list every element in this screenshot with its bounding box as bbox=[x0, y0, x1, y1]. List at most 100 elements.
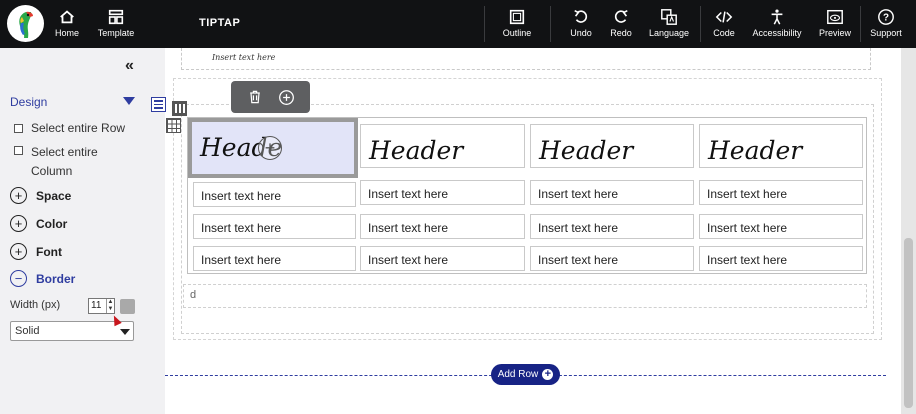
select-column-label-line1: Select entire bbox=[31, 145, 98, 159]
plus-circle-icon: + bbox=[10, 215, 27, 232]
column-handle-icon[interactable] bbox=[172, 101, 187, 116]
language-label: Language bbox=[648, 28, 690, 38]
add-block-button[interactable] bbox=[278, 89, 295, 106]
table-cell[interactable]: Insert text here bbox=[530, 214, 694, 239]
table-cell[interactable]: Insert text here bbox=[360, 214, 525, 239]
border-label: Border bbox=[36, 271, 76, 286]
outline-icon bbox=[509, 9, 525, 25]
select-row-checkbox[interactable]: Select entire Row bbox=[14, 121, 125, 135]
template-button[interactable]: Template bbox=[96, 0, 136, 48]
trash-icon bbox=[249, 90, 260, 104]
space-label: Space bbox=[36, 188, 72, 203]
previous-text[interactable]: Insert text here bbox=[212, 53, 275, 62]
help-icon: ? bbox=[878, 9, 894, 25]
checkbox-box[interactable] bbox=[14, 146, 23, 155]
table-cell[interactable]: Insert text here bbox=[699, 246, 863, 271]
design-section-title[interactable]: Design bbox=[10, 95, 47, 109]
redo-button[interactable]: Redo bbox=[607, 0, 635, 48]
svg-text:?: ? bbox=[883, 13, 889, 24]
block-action-toolbar bbox=[231, 81, 310, 113]
accessibility-icon bbox=[771, 9, 783, 25]
table-cell[interactable]: Insert text here bbox=[699, 214, 863, 239]
table-cell[interactable]: Insert text here bbox=[193, 246, 356, 271]
undo-label: Undo bbox=[570, 28, 592, 38]
preview-button[interactable]: Preview bbox=[817, 0, 853, 48]
select-row-label: Select entire Row bbox=[31, 121, 126, 135]
template-icon bbox=[108, 9, 124, 25]
home-button[interactable]: Home bbox=[54, 0, 80, 48]
language-button[interactable]: Language bbox=[647, 0, 691, 48]
divider bbox=[484, 6, 485, 42]
preview-label: Preview bbox=[818, 28, 851, 38]
delete-button[interactable] bbox=[247, 89, 263, 105]
table-header-cell[interactable]: Header bbox=[530, 124, 694, 168]
table-cell[interactable]: Insert text here bbox=[699, 180, 863, 205]
support-button[interactable]: ? Support bbox=[867, 0, 905, 48]
font-label: Font bbox=[36, 244, 62, 259]
select-column-label: Select entire Column bbox=[31, 143, 98, 181]
top-toolbar: Home Template TIPTAP Outline Undo Redo L… bbox=[0, 0, 916, 48]
scrollbar-thumb[interactable] bbox=[904, 238, 913, 408]
document-title: TIPTAP bbox=[199, 17, 241, 29]
table-cell[interactable]: Insert text here bbox=[530, 246, 694, 271]
code-label: Code bbox=[713, 28, 735, 38]
border-width-input[interactable]: 11 ▲ ▼ bbox=[88, 298, 115, 314]
plus-icon: + bbox=[542, 369, 554, 380]
table-grid-icon[interactable] bbox=[166, 118, 181, 133]
previous-text-block[interactable] bbox=[181, 48, 871, 70]
accessibility-button[interactable]: Accessibility bbox=[751, 0, 803, 48]
plus-circle-icon: + bbox=[10, 187, 27, 204]
border-width-label: Width (px) bbox=[10, 299, 61, 311]
collapse-sidebar-button[interactable]: « bbox=[125, 57, 134, 75]
undo-button[interactable]: Undo bbox=[566, 0, 596, 48]
parrot-logo[interactable] bbox=[7, 5, 44, 42]
redo-label: Redo bbox=[610, 28, 632, 38]
preview-icon bbox=[827, 9, 843, 25]
language-icon bbox=[661, 9, 677, 25]
vertical-scrollbar[interactable] bbox=[901, 48, 916, 414]
select-column-label-line2: Column bbox=[31, 164, 73, 178]
table-header-cell[interactable]: Header bbox=[360, 124, 525, 168]
color-label: Color bbox=[36, 216, 68, 231]
table-cell[interactable]: Insert text here bbox=[360, 180, 525, 205]
template-label: Template bbox=[97, 28, 135, 38]
divider bbox=[550, 6, 551, 42]
design-sidebar: « Design Select entire Row Select entire… bbox=[0, 48, 165, 414]
text-block[interactable]: d bbox=[183, 284, 867, 308]
accessibility-label: Accessibility bbox=[752, 28, 802, 38]
color-section-toggle[interactable]: + Color bbox=[10, 215, 67, 232]
divider bbox=[700, 6, 701, 42]
table-cell[interactable]: Insert text here bbox=[530, 180, 694, 205]
plus-circle-icon: + bbox=[10, 243, 27, 260]
border-style-value: Solid bbox=[15, 325, 40, 337]
outline-button[interactable]: Outline bbox=[500, 0, 534, 48]
table: Heade Header Header Header Insert text h… bbox=[187, 117, 867, 274]
row-handle-icon[interactable] bbox=[151, 97, 166, 112]
table-header-cell[interactable]: Header bbox=[699, 124, 863, 168]
code-icon bbox=[715, 11, 733, 23]
add-row-label: Add Row bbox=[497, 369, 539, 380]
home-icon bbox=[60, 10, 74, 24]
add-content-icon[interactable]: + bbox=[258, 136, 282, 160]
table-cell[interactable]: Insert text here bbox=[193, 182, 356, 207]
select-column-checkbox[interactable]: Select entire Column bbox=[14, 143, 98, 181]
redo-icon bbox=[614, 9, 628, 23]
code-button[interactable]: Code bbox=[710, 0, 738, 48]
add-row-button[interactable]: Add Row + bbox=[491, 364, 560, 385]
border-section-toggle[interactable]: − Border bbox=[10, 270, 75, 287]
divider bbox=[860, 6, 861, 42]
undo-icon bbox=[574, 9, 588, 23]
table-cell[interactable]: Insert text here bbox=[360, 246, 525, 271]
border-color-swatch[interactable] bbox=[120, 299, 135, 314]
table-cell[interactable]: Insert text here bbox=[193, 214, 356, 239]
stepper-arrows-icon[interactable]: ▲ ▼ bbox=[106, 299, 114, 313]
border-width-value: 11 bbox=[91, 300, 102, 311]
checkbox-box[interactable] bbox=[14, 124, 23, 133]
outline-label: Outline bbox=[502, 28, 532, 38]
minus-circle-icon: − bbox=[10, 270, 27, 287]
font-section-toggle[interactable]: + Font bbox=[10, 243, 62, 260]
home-label: Home bbox=[54, 28, 79, 38]
space-section-toggle[interactable]: + Space bbox=[10, 187, 71, 204]
support-label: Support bbox=[870, 28, 902, 38]
caret-down-icon[interactable] bbox=[123, 97, 135, 105]
